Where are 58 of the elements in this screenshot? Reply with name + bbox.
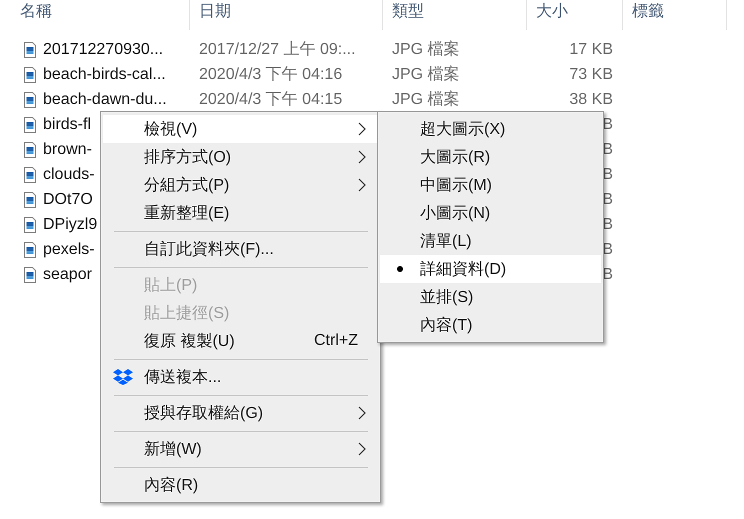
file-type: JPG 檔案 [392, 41, 460, 58]
file-name[interactable]: DOt7O [43, 190, 93, 208]
image-file-icon [24, 142, 36, 158]
menu-item[interactable]: 排序方式(O) [103, 143, 378, 171]
menu-item[interactable]: 檢視(V) [103, 115, 378, 143]
menu-item[interactable]: 新增(W) [103, 435, 378, 463]
menu-item[interactable]: 自訂此資料夾(F)... [103, 235, 378, 263]
file-name[interactable]: clouds- [43, 166, 95, 184]
box-icon [113, 369, 133, 385]
menu-item[interactable]: 並排(S) [380, 283, 601, 311]
chevron-right-icon [358, 178, 366, 192]
menu-item[interactable]: 清單(L) [380, 227, 601, 255]
column-header[interactable]: 類型 [392, 3, 424, 20]
image-file-icon [24, 192, 36, 208]
chevron-right-icon [358, 406, 366, 420]
chevron-right-icon [358, 122, 366, 136]
image-file-icon [24, 42, 36, 58]
file-size: 17 KB [569, 40, 613, 58]
file-type: JPG 檔案 [392, 91, 460, 108]
menu-item[interactable]: 復原 複製(U) Ctrl+Z [103, 327, 378, 355]
file-name[interactable]: birds-fl [43, 116, 92, 134]
menu-item[interactable]: 超大圖示(X) [380, 115, 601, 143]
file-size: 38 KB [569, 90, 613, 108]
file-name[interactable]: pexels- [43, 240, 95, 258]
menu-item[interactable]: 內容(R) [103, 471, 378, 499]
file-name[interactable]: 201712270930... [43, 40, 164, 58]
chevron-right-icon [358, 442, 366, 456]
menu-item[interactable]: 詳細資料(D) [380, 255, 601, 283]
file-name[interactable]: brown- [43, 140, 92, 158]
column-header[interactable]: 大小 [536, 3, 568, 20]
image-file-icon [24, 166, 36, 182]
column-header[interactable]: 標籤 [632, 3, 664, 20]
image-file-icon [24, 266, 36, 282]
menu-item[interactable]: 重新整理(E) [103, 199, 378, 227]
menu-item[interactable]: 授與存取權給(G) [103, 399, 378, 427]
file-name[interactable]: beach-dawn-du... [43, 90, 167, 108]
image-file-icon [24, 66, 36, 82]
image-file-icon [24, 116, 36, 132]
file-date: 2020/4/3 下午 04:16 [199, 66, 342, 83]
column-header[interactable]: 日期 [199, 3, 231, 20]
menu-item[interactable]: 中圖示(M) [380, 171, 601, 199]
file-name[interactable]: DPiyzl9 [43, 216, 98, 234]
menu-item[interactable]: 傳送複本... [103, 363, 378, 391]
image-file-icon [24, 216, 36, 232]
menu-item[interactable]: 大圖示(R) [380, 143, 601, 171]
image-file-icon [24, 92, 36, 108]
image-file-icon [24, 242, 36, 258]
file-date: 2020/4/3 下午 04:15 [199, 91, 342, 108]
file-name[interactable]: seapor [43, 266, 92, 284]
menu-item[interactable]: 內容(T) [380, 311, 601, 339]
file-date: 2017/12/27 上午 09:... [199, 41, 356, 58]
menu-item[interactable]: 小圖示(N) [380, 199, 601, 227]
file-type: JPG 檔案 [392, 66, 460, 83]
file-name[interactable]: beach-birds-cal... [43, 66, 166, 84]
column-header[interactable]: 名稱 [20, 3, 52, 20]
chevron-right-icon [358, 150, 366, 164]
file-size: 73 KB [569, 66, 613, 82]
menu-item[interactable]: 分組方式(P) [103, 171, 378, 199]
